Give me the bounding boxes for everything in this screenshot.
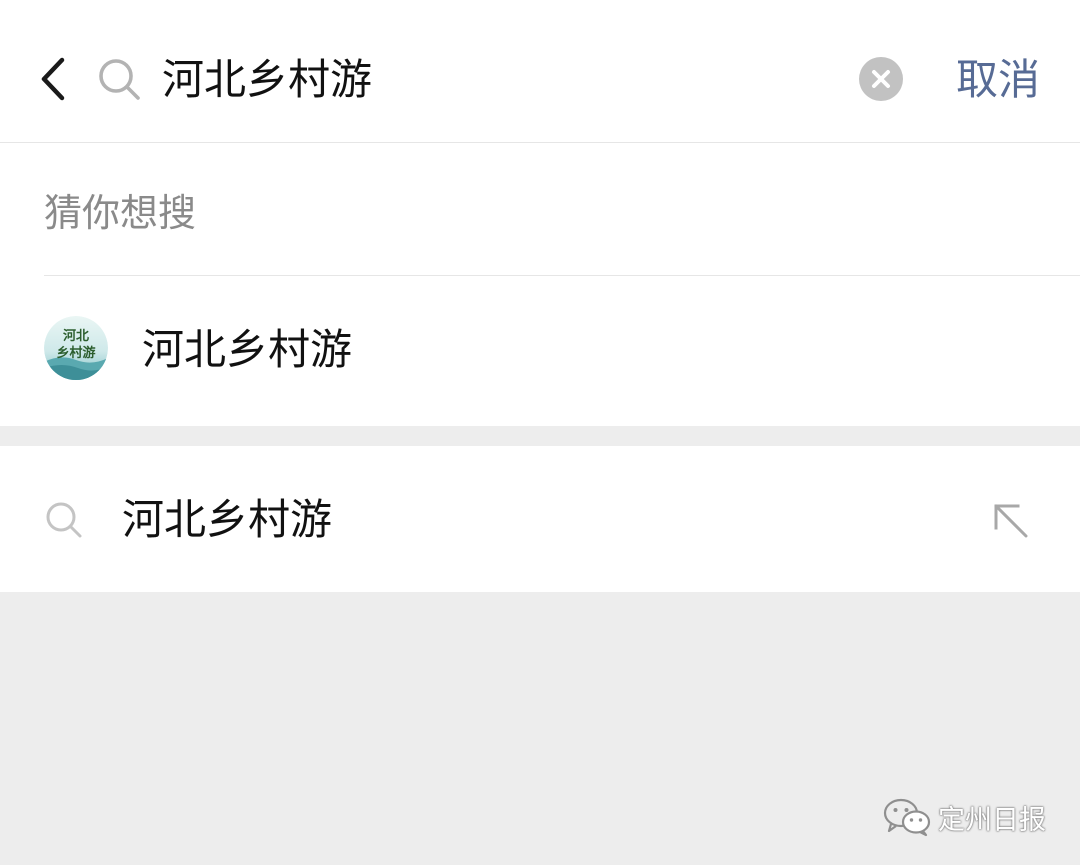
search-icon xyxy=(44,500,84,540)
search-icon xyxy=(96,56,144,104)
chevron-left-icon[interactable] xyxy=(34,54,74,104)
search-header: 取消 xyxy=(0,0,1080,143)
account-avatar: 河北 乡村游 xyxy=(44,316,108,380)
watermark-text: 定州日报 xyxy=(938,804,1046,836)
suggested-account-item[interactable]: 河北 乡村游 河北乡村游 xyxy=(0,276,1080,426)
query-text: 河北乡村游 xyxy=(122,495,333,544)
suggestions-heading: 猜你想搜 xyxy=(44,191,197,235)
cancel-button[interactable]: 取消 xyxy=(956,50,1040,110)
avatar-text-line1: 河北 xyxy=(63,328,89,344)
account-name: 河北乡村游 xyxy=(142,325,353,374)
watermark: 定州日报 xyxy=(882,795,1046,839)
avatar-text-line2: 乡村游 xyxy=(56,345,95,361)
wechat-logo-icon xyxy=(883,798,931,837)
arrow-up-left-icon[interactable] xyxy=(992,502,1030,540)
search-query-item[interactable]: 河北乡村游 xyxy=(0,446,1080,592)
suggestions-panel: 猜你想搜 河北 乡村游 河北乡村游 xyxy=(0,143,1080,426)
clear-circle-x-icon[interactable] xyxy=(859,57,903,101)
section-separator xyxy=(0,426,1080,446)
search-input[interactable] xyxy=(162,50,842,110)
